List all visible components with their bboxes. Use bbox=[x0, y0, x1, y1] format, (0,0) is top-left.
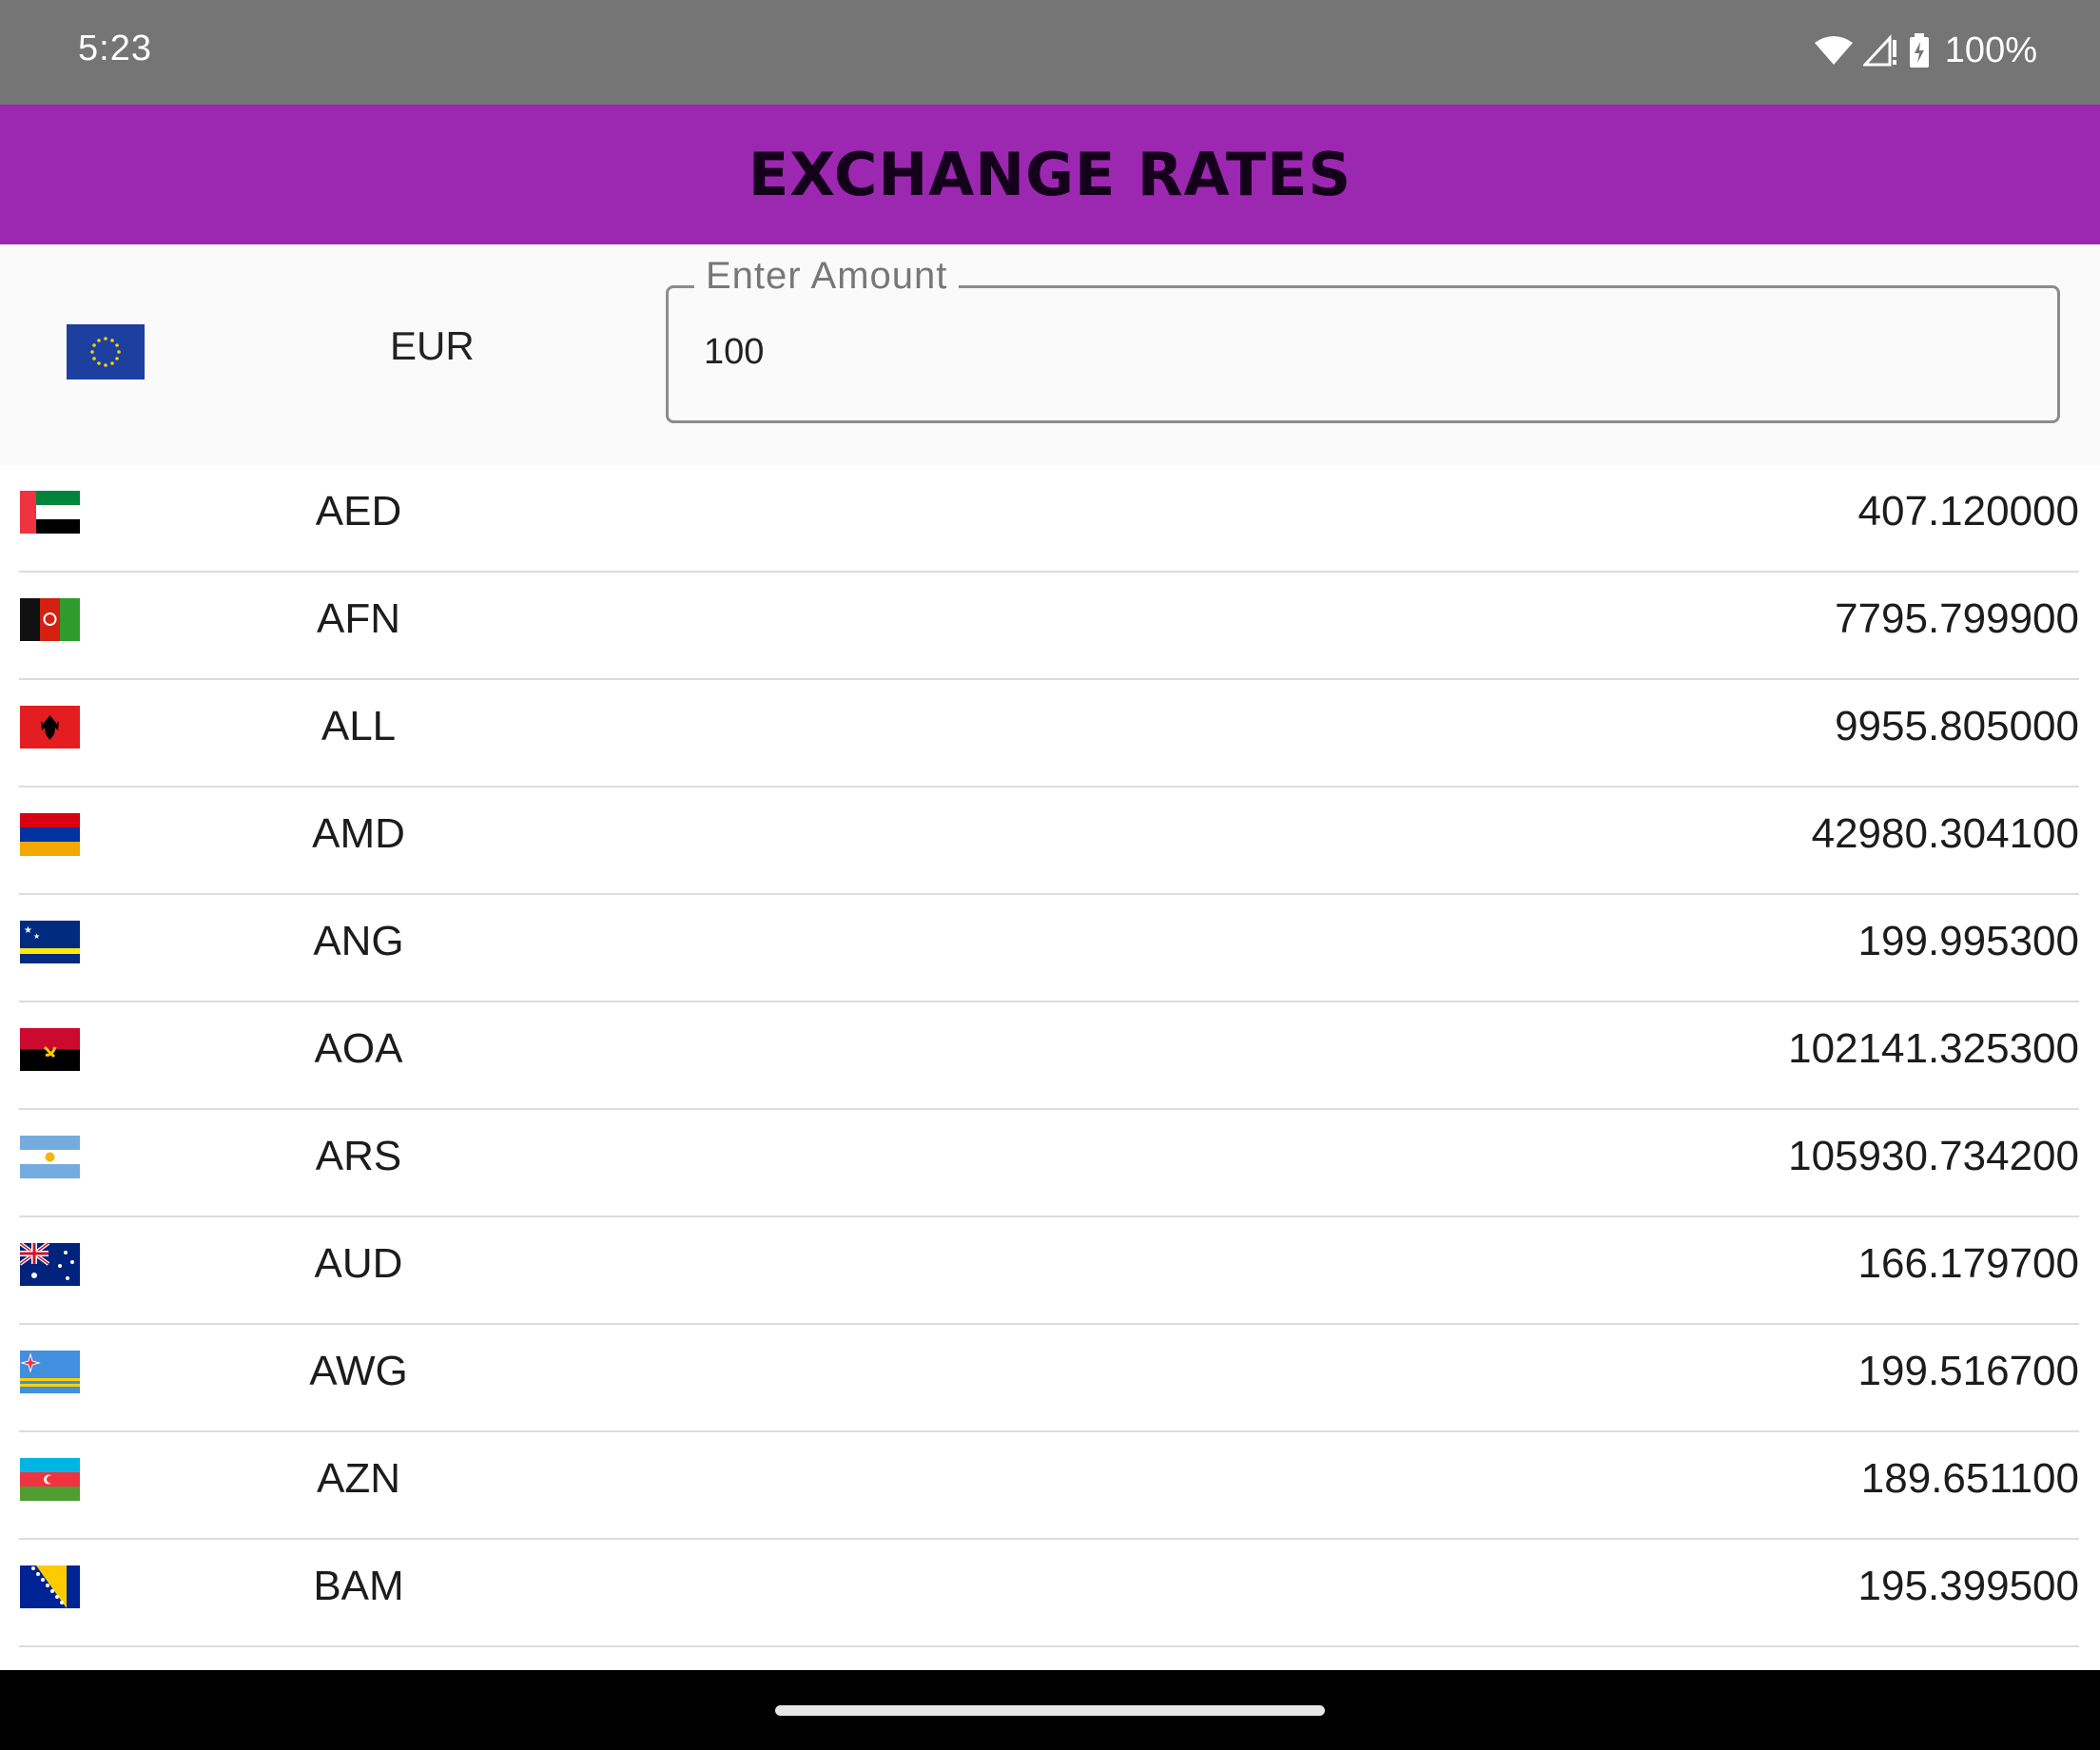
rate-value: 189.651100 bbox=[1860, 1455, 2079, 1502]
svg-text:★: ★ bbox=[24, 925, 32, 936]
rate-row[interactable]: AMD 42980.304100 bbox=[0, 788, 2100, 895]
rate-value: 199.995300 bbox=[1857, 918, 2079, 964]
currency-code: AWG bbox=[309, 1348, 408, 1394]
rate-row[interactable]: ARS 105930.734200 bbox=[0, 1110, 2100, 1217]
rate-row[interactable]: AUD 166.179700 bbox=[0, 1217, 2100, 1325]
currency-code: BAM bbox=[313, 1563, 404, 1609]
currency-code: ANG bbox=[313, 918, 404, 964]
currency-code: AMD bbox=[312, 810, 405, 857]
rate-row[interactable]: AFN 7795.799900 bbox=[0, 573, 2100, 680]
status-time: 5:23 bbox=[78, 29, 152, 68]
status-icons: 100% bbox=[1814, 27, 2037, 74]
page-title: EXCHANGE RATES bbox=[748, 140, 1352, 209]
currency-code: AZN bbox=[317, 1455, 400, 1502]
navigation-bar bbox=[0, 1670, 2100, 1750]
rate-row[interactable]: AWG 199.516700 bbox=[0, 1325, 2100, 1432]
battery-charging-icon bbox=[1909, 33, 1929, 68]
au-flag-icon bbox=[20, 1243, 80, 1286]
af-flag-icon bbox=[20, 598, 80, 641]
amount-field-label: Enter Amount bbox=[694, 255, 960, 298]
aw-flag-icon bbox=[20, 1351, 80, 1393]
rate-row[interactable]: BAM 195.399500 bbox=[0, 1540, 2100, 1647]
rate-value: 199.516700 bbox=[1857, 1348, 2079, 1394]
rate-value: 9955.805000 bbox=[1835, 703, 2079, 749]
home-gesture-handle[interactable] bbox=[775, 1705, 1325, 1716]
az-flag-icon bbox=[20, 1458, 80, 1501]
battery-percentage: 100% bbox=[1944, 29, 2037, 70]
svg-text:★: ★ bbox=[33, 932, 40, 941]
rate-row[interactable]: AZN 189.651100 bbox=[0, 1432, 2100, 1540]
rate-value: 195.399500 bbox=[1857, 1563, 2079, 1609]
amount-input[interactable] bbox=[704, 323, 1940, 380]
currency-code: ARS bbox=[315, 1133, 402, 1179]
rate-row[interactable]: ALL 9955.805000 bbox=[0, 680, 2100, 788]
al-flag-icon bbox=[20, 706, 80, 749]
rate-value: 407.120000 bbox=[1857, 488, 2079, 535]
am-flag-icon bbox=[20, 813, 80, 856]
rate-value: 105930.734200 bbox=[1788, 1133, 2079, 1179]
currency-code: ALL bbox=[321, 703, 397, 749]
signal-icon bbox=[1862, 34, 1896, 67]
app-bar: EXCHANGE RATES bbox=[0, 105, 2100, 244]
rate-value: 102141.325300 bbox=[1788, 1025, 2079, 1072]
ao-flag-icon bbox=[20, 1028, 80, 1071]
status-bar: 5:23 100% bbox=[0, 0, 2100, 105]
rate-row[interactable]: ★ ★ ANG 199.995300 bbox=[0, 895, 2100, 1002]
rate-row[interactable]: AED 407.120000 bbox=[0, 465, 2100, 573]
wifi-icon bbox=[1814, 36, 1853, 65]
rate-list[interactable]: AED 407.120000 AFN 7795.799900 ALL 9955.… bbox=[0, 465, 2100, 1647]
ba-flag-icon bbox=[20, 1565, 80, 1608]
ae-flag-icon bbox=[20, 491, 80, 534]
ar-flag-icon bbox=[20, 1136, 80, 1178]
rate-value: 42980.304100 bbox=[1811, 810, 2079, 857]
currency-code: AUD bbox=[314, 1240, 403, 1287]
cw-flag-icon: ★ ★ bbox=[20, 921, 80, 963]
currency-code: AFN bbox=[317, 595, 400, 642]
base-currency-code[interactable]: EUR bbox=[390, 323, 475, 369]
rate-value: 166.179700 bbox=[1857, 1240, 2079, 1287]
currency-code: AED bbox=[315, 488, 402, 535]
rate-row[interactable]: AOA 102141.325300 bbox=[0, 1002, 2100, 1110]
rate-value: 7795.799900 bbox=[1835, 595, 2079, 642]
currency-code: AOA bbox=[314, 1025, 403, 1072]
eu-flag-icon[interactable] bbox=[67, 324, 145, 379]
